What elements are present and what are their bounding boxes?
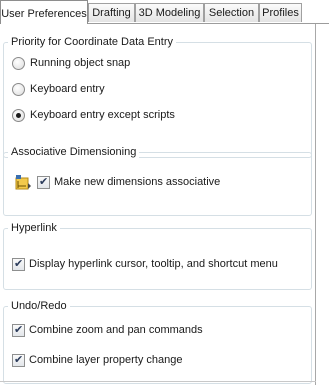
tab-strip: User Preferences Drafting 3D Modeling Se… <box>0 0 329 24</box>
tab-3d-modeling[interactable]: 3D Modeling <box>135 3 204 22</box>
checkbox-label: Display hyperlink cursor, tooltip, and s… <box>29 258 278 270</box>
radio-label: Keyboard entry except scripts <box>30 109 175 121</box>
checkbox-combine-layer-property[interactable]: Combine layer property change <box>12 352 182 368</box>
priority-group: Priority for Coordinate Data Entry Runni… <box>3 35 312 158</box>
checkbox-make-associative[interactable]: Make new dimensions associative <box>15 173 220 191</box>
associative-dimension-icon <box>15 174 31 189</box>
preferences-panel: Priority for Coordinate Data Entry Runni… <box>0 24 316 385</box>
tab-profiles[interactable]: Profiles <box>259 3 302 22</box>
undo-redo-group-title: Undo/Redo <box>8 299 70 313</box>
tab-user-preferences[interactable]: User Preferences <box>0 0 88 24</box>
associative-dimensioning-group: Associative Dimensioning Make new dimens… <box>3 145 312 216</box>
hyperlink-group-title: Hyperlink <box>8 221 60 235</box>
tab-drafting[interactable]: Drafting <box>88 3 135 22</box>
undo-redo-group: Undo/Redo Combine zoom and pan commands … <box>3 299 312 384</box>
radio-button[interactable] <box>12 56 25 70</box>
checkbox[interactable] <box>12 353 25 367</box>
checkbox[interactable] <box>12 257 25 271</box>
radio-running-object-snap[interactable]: Running object snap <box>12 55 130 71</box>
checkbox[interactable] <box>12 323 25 337</box>
radio-button-selected[interactable] <box>12 108 25 122</box>
radio-button[interactable] <box>12 82 25 96</box>
radio-label: Keyboard entry <box>30 83 105 95</box>
radio-keyboard-entry-except-scripts[interactable]: Keyboard entry except scripts <box>12 107 175 123</box>
hyperlink-group: Hyperlink Display hyperlink cursor, tool… <box>3 221 312 290</box>
associative-group-title: Associative Dimensioning <box>8 145 140 159</box>
radio-keyboard-entry[interactable]: Keyboard entry <box>12 81 105 97</box>
checkbox-label: Make new dimensions associative <box>54 176 221 188</box>
priority-group-title: Priority for Coordinate Data Entry <box>8 35 177 49</box>
checkbox-label: Combine zoom and pan commands <box>29 324 203 336</box>
checkbox[interactable] <box>37 175 50 189</box>
checkbox-combine-zoom-pan[interactable]: Combine zoom and pan commands <box>12 322 203 338</box>
checkbox-display-hyperlink[interactable]: Display hyperlink cursor, tooltip, and s… <box>12 256 278 272</box>
checkbox-label: Combine layer property change <box>29 354 183 366</box>
panel-right-margin <box>316 24 329 385</box>
radio-label: Running object snap <box>30 57 131 69</box>
panel-bottom-divider <box>0 381 316 382</box>
tab-selection[interactable]: Selection <box>204 3 259 22</box>
